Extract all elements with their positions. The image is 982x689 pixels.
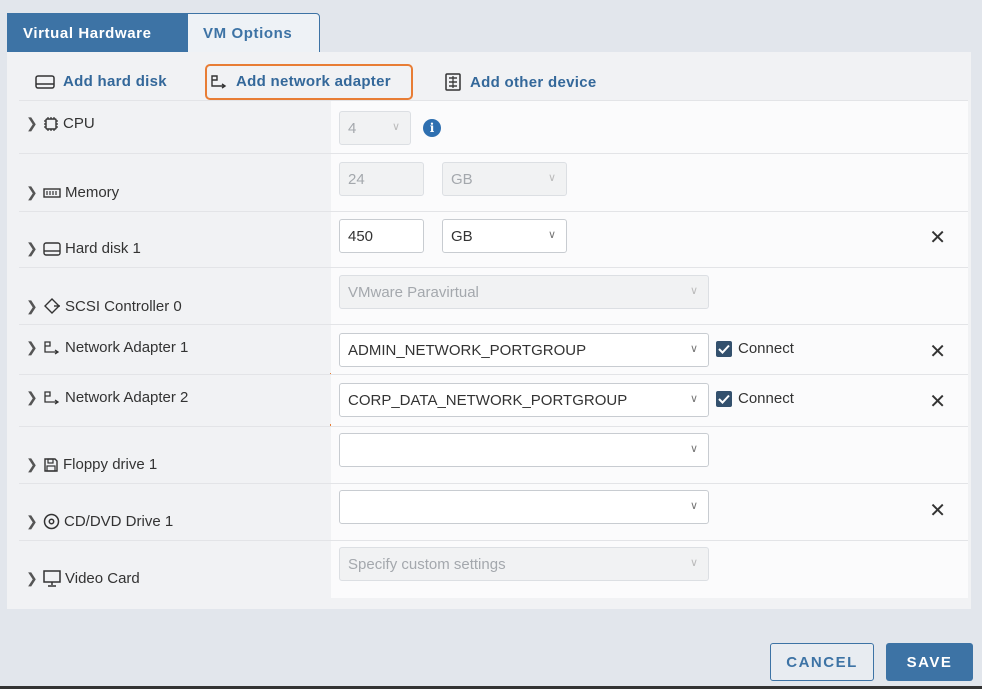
cpu-label: CPU	[63, 115, 95, 132]
floppy-row-toggle[interactable]: ❯ Floppy drive 1	[26, 456, 157, 473]
chevron-right-icon: ❯	[26, 456, 38, 472]
network-adapter-1-value: ADMIN_NETWORK_PORTGROUP	[348, 341, 587, 359]
floppy-select[interactable]: ∨	[339, 433, 709, 467]
floppy-icon	[43, 457, 59, 473]
hard-disk-unit-select[interactable]: GB ∨	[442, 219, 567, 253]
hard-disk-icon	[35, 74, 55, 90]
chevron-right-icon: ❯	[26, 513, 38, 529]
connect-label: Connect	[738, 390, 794, 407]
chevron-right-icon: ❯	[26, 389, 38, 405]
memory-label: Memory	[65, 184, 120, 201]
cpu-select[interactable]: 4 ∨	[339, 111, 411, 145]
info-icon[interactable]: i	[423, 119, 441, 137]
row-network-adapter-1: ❯ Network Adapter 1 ADMIN_NETWORK_PORTGR…	[19, 324, 968, 374]
close-icon[interactable]: ✕	[929, 339, 946, 364]
chevron-right-icon: ❯	[26, 240, 38, 256]
memory-icon	[43, 186, 61, 200]
video-card-label: Video Card	[65, 570, 140, 587]
chevron-down-icon: ∨	[391, 121, 400, 133]
network-adapter-2-row-toggle[interactable]: ❯ Network Adapter 2	[26, 389, 188, 406]
chevron-down-icon: ∨	[689, 557, 698, 569]
tab-virtual-hardware[interactable]: Virtual Hardware	[7, 13, 187, 53]
network-adapter-icon	[43, 390, 61, 406]
hard-disk-row-toggle[interactable]: ❯ Hard disk 1	[26, 240, 141, 257]
network-adapter-2-connect-checkbox[interactable]: Connect	[716, 390, 794, 407]
monitor-icon	[43, 570, 61, 587]
hardware-table: ❯ CPU 4 ∨ i ❯ Memory 24 GB ∨ ❯ Hard disk…	[19, 100, 968, 598]
chevron-right-icon: ❯	[26, 115, 38, 131]
row-cd-dvd-drive: ❯ CD/DVD Drive 1 ∨ ✕	[19, 483, 968, 540]
close-icon[interactable]: ✕	[929, 389, 946, 414]
checkmark-icon	[716, 340, 732, 357]
floppy-label: Floppy drive 1	[63, 456, 158, 473]
close-icon[interactable]: ✕	[929, 225, 946, 250]
network-adapter-1-select[interactable]: ADMIN_NETWORK_PORTGROUP ∨	[339, 333, 709, 367]
memory-row-toggle[interactable]: ❯ Memory	[26, 184, 119, 201]
cd-dvd-icon	[43, 513, 60, 530]
chevron-down-icon: ∨	[689, 285, 698, 297]
add-other-device-button[interactable]: Add other device	[444, 73, 597, 91]
connect-label: Connect	[738, 340, 794, 357]
row-scsi: ❯ SCSI Controller 0 VMware Paravirtual ∨	[19, 267, 968, 324]
cancel-button[interactable]: CANCEL	[770, 643, 874, 681]
chip-icon	[43, 116, 59, 132]
row-floppy-drive: ❯ Floppy drive 1 ∨	[19, 426, 968, 483]
toolbar: Add hard disk Add network adapter Add ot…	[7, 52, 971, 100]
hard-disk-label: Hard disk 1	[65, 240, 141, 257]
chevron-down-icon: ∨	[689, 393, 698, 405]
cpu-value: 4	[348, 119, 357, 137]
hard-disk-size-input[interactable]: 450	[339, 219, 424, 253]
network-adapter-2-value: CORP_DATA_NETWORK_PORTGROUP	[348, 391, 628, 409]
scsi-type-select[interactable]: VMware Paravirtual ∨	[339, 275, 709, 309]
scsi-row-toggle[interactable]: ❯ SCSI Controller 0	[26, 297, 182, 315]
row-network-adapter-2: ❯ Network Adapter 2 CORP_DATA_NETWORK_PO…	[19, 374, 968, 426]
cpu-row-toggle[interactable]: ❯ CPU	[26, 115, 95, 132]
cd-dvd-label: CD/DVD Drive 1	[64, 513, 174, 530]
chevron-right-icon: ❯	[26, 297, 38, 314]
row-hard-disk: ❯ Hard disk 1 450 GB ∨ ✕	[19, 211, 968, 267]
row-cpu: ❯ CPU 4 ∨ i	[19, 100, 968, 153]
network-adapter-icon	[43, 340, 61, 356]
chevron-right-icon: ❯	[26, 339, 38, 355]
video-card-value: Specify custom settings	[348, 555, 506, 573]
memory-input[interactable]: 24	[339, 162, 424, 196]
memory-unit-select[interactable]: GB ∨	[442, 162, 567, 196]
add-hard-disk-label: Add hard disk	[63, 73, 167, 90]
close-icon[interactable]: ✕	[929, 498, 946, 523]
video-card-row-toggle[interactable]: ❯ Video Card	[26, 570, 140, 587]
network-adapter-2-select[interactable]: CORP_DATA_NETWORK_PORTGROUP ∨	[339, 383, 709, 417]
chevron-down-icon: ∨	[689, 343, 698, 355]
chevron-down-icon: ∨	[547, 172, 556, 184]
chevron-right-icon: ❯	[26, 184, 38, 200]
network-adapter-1-row-toggle[interactable]: ❯ Network Adapter 1	[26, 339, 188, 356]
video-card-select[interactable]: Specify custom settings ∨	[339, 547, 709, 581]
hard-disk-size-value: 450	[348, 227, 374, 245]
chevron-down-icon: ∨	[689, 443, 698, 455]
save-button[interactable]: SAVE	[886, 643, 973, 681]
add-hard-disk-button[interactable]: Add hard disk	[35, 73, 167, 90]
row-video-card: ❯ Video Card Specify custom settings ∨	[19, 540, 968, 598]
add-other-device-label: Add other device	[470, 73, 597, 91]
network-adapter-2-label: Network Adapter 2	[65, 389, 189, 406]
tab-bar: Virtual Hardware VM Options	[7, 13, 320, 53]
row-memory: ❯ Memory 24 GB ∨	[19, 153, 968, 211]
device-icon	[444, 73, 462, 91]
highlight-box-add-network-adapter	[205, 64, 413, 100]
tab-vm-options[interactable]: VM Options	[187, 13, 320, 53]
checkmark-icon	[716, 390, 732, 407]
chevron-right-icon: ❯	[26, 570, 38, 586]
chevron-down-icon: ∨	[689, 500, 698, 512]
hard-disk-unit: GB	[451, 227, 473, 245]
memory-value: 24	[348, 170, 365, 188]
scsi-label: SCSI Controller 0	[65, 297, 182, 315]
chevron-down-icon: ∨	[547, 229, 556, 241]
cd-dvd-select[interactable]: ∨	[339, 490, 709, 524]
memory-unit: GB	[451, 170, 473, 188]
scsi-type-value: VMware Paravirtual	[348, 283, 479, 301]
network-adapter-1-label: Network Adapter 1	[65, 339, 189, 356]
hard-disk-icon	[43, 241, 61, 256]
scsi-icon	[43, 297, 61, 315]
network-adapter-1-connect-checkbox[interactable]: Connect	[716, 340, 794, 357]
cd-dvd-row-toggle[interactable]: ❯ CD/DVD Drive 1	[26, 513, 173, 530]
